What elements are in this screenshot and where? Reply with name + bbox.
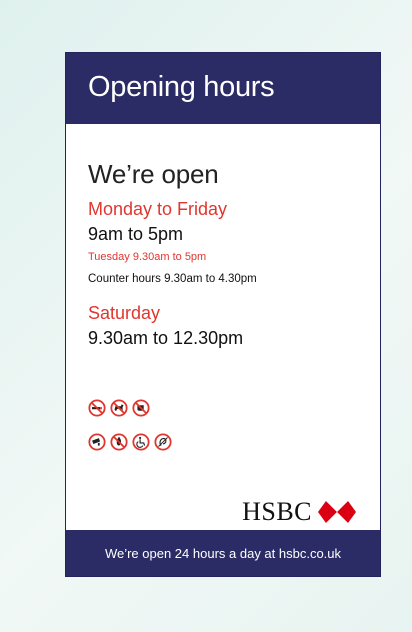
cctv-icon [88, 433, 106, 451]
hearing-loop-icon [154, 433, 172, 451]
hsbc-hexagon-icon [318, 501, 356, 523]
no-open-flame-icon [110, 433, 128, 451]
sign-header: Opening hours [66, 53, 380, 124]
footer-text: We’re open 24 hours a day at hsbc.co.uk [104, 545, 342, 561]
hsbc-logo: HSBC [242, 497, 356, 527]
logo-text: HSBC [242, 497, 312, 526]
prohibition-icons [88, 399, 150, 417]
saturday-label: Saturday [88, 303, 161, 323]
service-icons [88, 433, 172, 451]
weekday-label: Monday to Friday [88, 199, 228, 219]
counter-note: Counter hours 9.30am to 4.30pm [88, 273, 257, 285]
wheelchair-access-icon [132, 433, 150, 451]
saturday-hours: 9.30am to 12.30pm [88, 328, 244, 348]
weekday-hours: 9am to 5pm [88, 224, 184, 244]
no-dogs-icon [110, 399, 128, 417]
no-eating-icon [132, 399, 150, 417]
sign-footer: We’re open 24 hours a day at hsbc.co.uk [66, 530, 380, 576]
opening-hours-sign: Opening hours We’re open Monday to Frida… [65, 52, 381, 577]
tuesday-note: Tuesday 9.30am to 5pm [88, 251, 207, 263]
open-heading: We’re open [88, 159, 219, 189]
sign-title: Opening hours [88, 71, 275, 103]
no-smoking-icon [88, 399, 106, 417]
